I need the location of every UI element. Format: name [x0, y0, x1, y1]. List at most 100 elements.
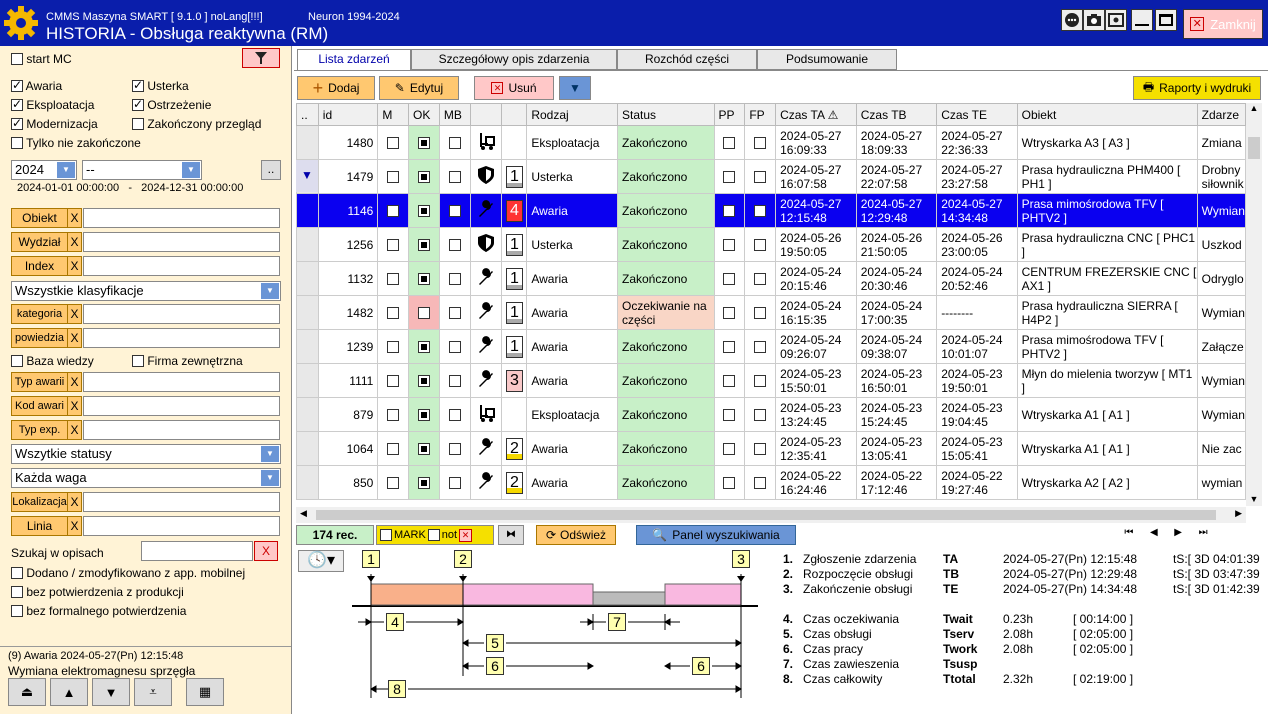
cell-mb[interactable]	[438, 159, 471, 194]
no-production-confirm-checkbox[interactable]: bez potwierdzenia z produkcji	[11, 585, 184, 599]
cell-pp[interactable]	[713, 261, 746, 296]
typ-exp-clear[interactable]: X	[68, 420, 82, 440]
prev-record-button[interactable]: ▲	[50, 678, 88, 706]
row-header[interactable]	[296, 363, 319, 398]
table-row[interactable]: 1482 1 Awaria Oczekiwanie na części 2024-05-…	[296, 295, 1246, 330]
column-header[interactable]: PP	[713, 103, 746, 126]
cell-pp[interactable]	[713, 159, 746, 194]
linia-button[interactable]: Linia	[11, 516, 68, 536]
obiekt-clear[interactable]: X	[68, 208, 82, 228]
cell-fp[interactable]	[744, 397, 777, 432]
powiedzia-field[interactable]	[83, 328, 280, 348]
year-select[interactable]: 2024 ▼	[11, 160, 77, 180]
cell-mb[interactable]	[438, 261, 471, 296]
obiekt-field[interactable]	[83, 208, 280, 228]
cell-m[interactable]	[377, 295, 410, 330]
swap-icon[interactable]: ⧓	[498, 525, 524, 545]
kod-awarii-field[interactable]	[83, 396, 280, 416]
search-input[interactable]	[141, 541, 253, 561]
table-row[interactable]: 879 Eksploatacja Zakończono 2024-05-23 13:24…	[296, 397, 1246, 432]
row-header[interactable]	[296, 125, 319, 160]
column-header[interactable]: MB	[438, 103, 471, 126]
chat-icon[interactable]	[1061, 9, 1083, 31]
filter-icon[interactable]	[242, 48, 280, 68]
column-header[interactable]: Czas TE	[936, 103, 1018, 126]
cell-m[interactable]	[377, 329, 410, 364]
index-field[interactable]	[83, 256, 280, 276]
typ-awarii-clear[interactable]: X	[68, 372, 82, 392]
cell-fp[interactable]	[744, 193, 777, 228]
mobile-checkbox[interactable]: Dodano / zmodyfikowano z app. mobilnej	[11, 566, 245, 580]
klasyfikacje-select[interactable]: Wszystkie klasyfikacje ▼	[11, 281, 281, 301]
reports-button[interactable]: 🖶 Raporty i wydruki	[1133, 76, 1261, 100]
filter-modernizacja[interactable]: Modernizacja	[11, 116, 98, 131]
lokalizacja-field[interactable]	[83, 492, 280, 512]
add-button[interactable]: + Dodaj	[297, 76, 375, 100]
typ-awarii-field[interactable]	[83, 372, 280, 392]
row-header[interactable]	[296, 397, 319, 432]
cell-ok[interactable]	[408, 295, 440, 330]
screenshot-icon[interactable]	[1105, 9, 1127, 31]
obiekt-button[interactable]: Obiekt	[11, 208, 68, 228]
table-row[interactable]: 1479 1 Usterka Zakończono 2024-05-27 16:07:58…	[296, 159, 1246, 194]
tab-szczegolowy-opis[interactable]: Szczegółowy opis zdarzenia	[411, 49, 617, 70]
cell-ok[interactable]	[408, 329, 440, 364]
last-page-icon[interactable]: ⏭	[1199, 527, 1208, 538]
cell-m[interactable]	[377, 261, 410, 296]
kod-awarii-button[interactable]: Kod awari	[11, 396, 68, 416]
table-row[interactable]: 1132 1 Awaria Zakończono 2024-05-24 20:15:46 2…	[296, 261, 1246, 296]
powiedzia-button[interactable]: powiedzia	[11, 328, 68, 348]
typ-awarii-button[interactable]: Typ awarii	[11, 372, 68, 392]
cell-ok[interactable]	[408, 465, 440, 500]
cell-fp[interactable]	[744, 329, 777, 364]
table-row[interactable]: 850 2 Awaria Zakończono 2024-05-22 16:24:46 20…	[296, 465, 1246, 500]
column-header[interactable]: Czas TB	[855, 103, 938, 126]
row-header[interactable]	[296, 227, 319, 262]
table-row[interactable]: 1239 1 Awaria Zakończono 2024-05-24 09:26:07 2…	[296, 329, 1246, 364]
last-record-button[interactable]: ⩡	[134, 678, 172, 706]
column-header[interactable]: Rodzaj	[526, 103, 618, 126]
cell-pp[interactable]	[713, 431, 746, 466]
filter-zakonczony-przeglad[interactable]: Zakończony przegląd	[132, 117, 261, 131]
cell-ok[interactable]	[408, 125, 440, 160]
cell-m[interactable]	[377, 363, 410, 398]
cell-pp[interactable]	[713, 125, 746, 160]
cell-fp[interactable]	[744, 295, 777, 330]
delete-button[interactable]: ✕ Usuń	[474, 76, 554, 100]
edit-button[interactable]: ✎ Edytuj	[379, 76, 459, 100]
wydzial-field[interactable]	[83, 232, 280, 252]
cell-ok[interactable]	[408, 261, 440, 296]
column-header[interactable]: Czas TA ⚠	[775, 103, 857, 126]
cell-fp[interactable]	[744, 125, 777, 160]
more-button[interactable]: ..	[261, 160, 281, 180]
cell-mb[interactable]	[438, 363, 471, 398]
firma-checkbox[interactable]: Firma zewnętrzna	[132, 354, 243, 368]
column-header[interactable]: FP	[744, 103, 777, 126]
cell-mb[interactable]	[438, 227, 471, 262]
filter-awaria[interactable]: Awaria	[11, 78, 62, 93]
linia-field[interactable]	[83, 516, 280, 536]
column-header[interactable]: OK	[408, 103, 440, 126]
cell-pp[interactable]	[713, 329, 746, 364]
table-row[interactable]: 1064 2 Awaria Zakończono 2024-05-23 12:35:41 2…	[296, 431, 1246, 466]
horizontal-scrollbar[interactable]: ◀ ▶	[296, 507, 1246, 523]
cell-mb[interactable]	[438, 465, 471, 500]
cell-fp[interactable]	[744, 465, 777, 500]
wydzial-clear[interactable]: X	[68, 232, 82, 252]
dropdown-arrow-icon[interactable]: ▼	[559, 76, 591, 100]
filter-usterka[interactable]: Usterka	[132, 78, 189, 93]
cell-ok[interactable]	[408, 363, 440, 398]
tab-rozchod-czesci[interactable]: Rozchód części	[617, 49, 757, 70]
minimize-icon[interactable]	[1131, 9, 1153, 31]
maximize-icon[interactable]	[1155, 9, 1177, 31]
cell-fp[interactable]	[744, 363, 777, 398]
linia-clear[interactable]: X	[68, 516, 82, 536]
tab-lista-zdarzen[interactable]: Lista zdarzeń	[297, 49, 411, 70]
column-header[interactable]: id	[317, 103, 379, 126]
cell-m[interactable]	[377, 125, 410, 160]
column-header[interactable]: Zdarze	[1196, 103, 1246, 126]
cell-m[interactable]	[377, 159, 410, 194]
index-button[interactable]: Index	[11, 256, 68, 276]
cell-mb[interactable]	[438, 397, 471, 432]
cell-fp[interactable]	[744, 159, 777, 194]
